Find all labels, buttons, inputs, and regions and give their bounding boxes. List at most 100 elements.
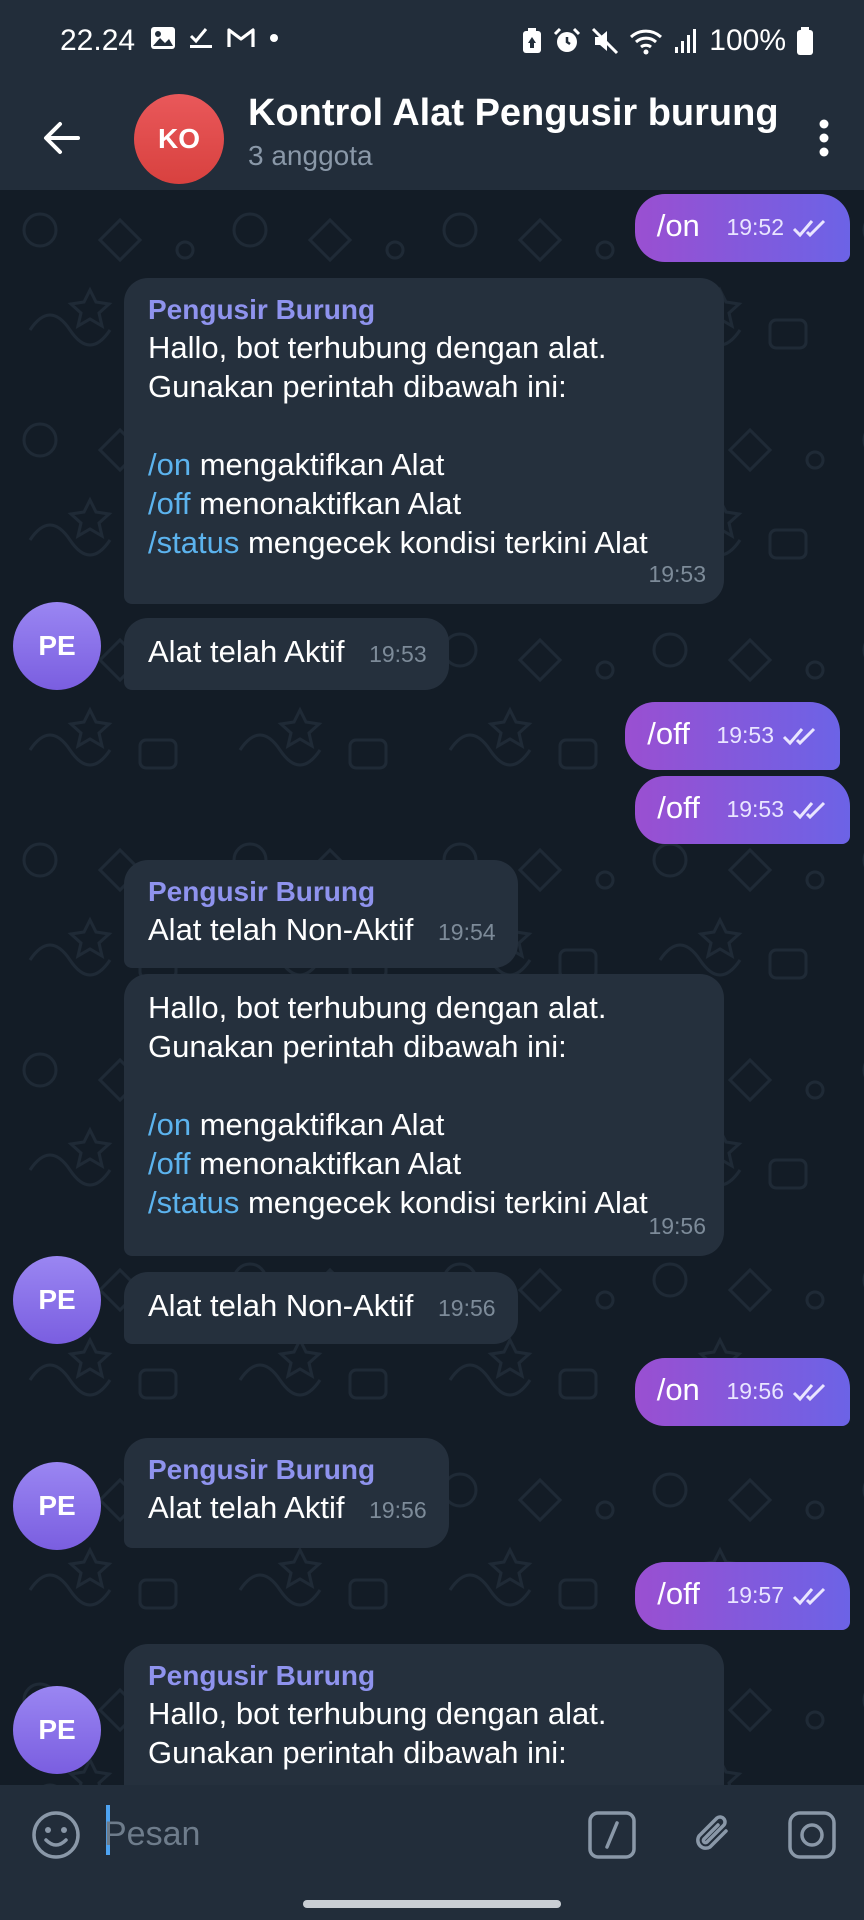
home-indicator[interactable] xyxy=(303,1900,561,1908)
alarm-icon xyxy=(554,27,581,52)
command-link[interactable]: /off xyxy=(148,1146,191,1181)
sender-avatar[interactable]: PE xyxy=(13,1686,101,1774)
message-time: 19:56 xyxy=(648,1213,706,1239)
command-link[interactable]: /on xyxy=(148,447,191,482)
sender-name[interactable]: Pengusir Burung xyxy=(148,1452,427,1488)
status-bar: 22.24 100% xyxy=(0,0,864,86)
bot-commands-icon xyxy=(588,1811,636,1859)
image-notification-icon xyxy=(151,27,175,49)
message-line: Gunakan perintah dibawah ini: xyxy=(148,1735,567,1770)
incoming-message[interactable]: Pengusir Burung Hallo, bot terhubung den… xyxy=(124,278,724,604)
command-description: mengecek kondisi terkini Alat xyxy=(239,525,648,560)
message-time: 19:56 xyxy=(437,1295,496,1321)
message-text: /off xyxy=(647,716,690,751)
message-time: 19:53 xyxy=(369,641,427,667)
more-vertical-icon xyxy=(819,119,829,157)
message-time: 19:53 xyxy=(726,796,784,823)
outgoing-message[interactable]: /on 19:52 xyxy=(634,194,850,262)
message-time: 19:56 xyxy=(726,1378,784,1405)
message-time: 19:57 xyxy=(726,1582,784,1609)
double-check-icon xyxy=(792,801,826,820)
sender-name[interactable]: Pengusir Burung xyxy=(148,874,496,910)
status-time: 22.24 xyxy=(60,24,136,57)
double-check-icon xyxy=(792,1383,826,1402)
message-text: /off xyxy=(657,790,700,825)
message-text: Alat telah Aktif xyxy=(148,1490,345,1525)
message-list[interactable]: /on 19:52 Pengusir Burung Hallo, bot ter… xyxy=(0,190,864,1785)
message-line: Gunakan perintah dibawah ini: xyxy=(148,369,567,404)
outgoing-message[interactable]: /off 19:53 xyxy=(625,702,840,770)
double-check-icon xyxy=(792,219,826,238)
emoji-button[interactable] xyxy=(30,1809,82,1861)
outgoing-message[interactable]: /on 19:56 xyxy=(634,1358,850,1426)
telegram-chat-screen: 22.24 100% KO Kontrol Alat Pengusir buru… xyxy=(0,0,864,1920)
chat-title[interactable]: Kontrol Alat Pengusir burung xyxy=(248,92,779,135)
attach-button[interactable] xyxy=(686,1807,742,1863)
message-text: Alat telah Non-Aktif xyxy=(148,912,414,947)
command-link[interactable]: /on xyxy=(148,1107,191,1142)
message-text: /on xyxy=(656,1372,700,1407)
command-description: mengecek kondisi terkini Alat xyxy=(239,1185,648,1220)
command-description: mengaktifkan Alat xyxy=(191,1107,445,1142)
incoming-message[interactable]: Pengusir Burung Hallo, bot terhubung den… xyxy=(124,1644,724,1785)
sender-name[interactable]: Pengusir Burung xyxy=(148,292,702,328)
incoming-message[interactable]: Hallo, bot terhubung dengan alat. Gunaka… xyxy=(124,974,724,1256)
message-line: Hallo, bot terhubung dengan alat. xyxy=(148,1696,607,1731)
message-time: 19:56 xyxy=(369,1497,427,1523)
command-description: menonaktifkan Alat xyxy=(190,1146,462,1181)
double-check-icon xyxy=(782,727,816,746)
message-time: 19:53 xyxy=(648,561,706,587)
camera-icon xyxy=(788,1811,836,1859)
message-text: /off xyxy=(657,1576,700,1611)
bot-commands-button[interactable] xyxy=(586,1809,638,1861)
incoming-message[interactable]: Pengusir Burung Alat telah Aktif 19:56 xyxy=(124,1438,449,1548)
message-composer xyxy=(0,1785,864,1885)
message-time: 19:53 xyxy=(716,722,774,749)
emoji-icon xyxy=(32,1811,80,1859)
sender-avatar[interactable]: PE xyxy=(13,1256,101,1344)
back-button[interactable] xyxy=(32,108,92,168)
message-time: 19:54 xyxy=(437,919,496,945)
sender-avatar[interactable]: PE xyxy=(13,1462,101,1550)
message-text: Alat telah Aktif xyxy=(148,634,345,669)
dot-notification-icon xyxy=(270,34,278,42)
battery-percent: 100% xyxy=(709,24,786,57)
message-text: /on xyxy=(656,208,700,243)
notification-icons xyxy=(150,26,280,50)
command-link[interactable]: /status xyxy=(148,525,239,560)
wifi-icon xyxy=(630,29,663,55)
command-link[interactable]: /off xyxy=(148,486,191,521)
message-time: 19:52 xyxy=(726,214,784,241)
command-description: menonaktifkan Alat xyxy=(190,486,462,521)
command-description: mengaktifkan Alat xyxy=(191,447,445,482)
command-link[interactable]: /status xyxy=(148,1185,239,1220)
message-text: Alat telah Non-Aktif xyxy=(148,1288,414,1323)
battery-saver-icon xyxy=(523,28,542,53)
sender-avatar[interactable]: PE xyxy=(13,602,101,690)
more-menu-button[interactable] xyxy=(804,108,844,168)
incoming-message[interactable]: Alat telah Aktif 19:53 xyxy=(124,618,449,690)
battery-icon xyxy=(797,27,813,55)
message-line: Hallo, bot terhubung dengan alat. xyxy=(148,330,607,365)
system-icons: 100% xyxy=(521,24,814,58)
mute-icon xyxy=(592,27,619,55)
signal-icon xyxy=(675,29,697,53)
checklist-notification-icon xyxy=(189,28,212,48)
outgoing-message[interactable]: /off 19:53 xyxy=(635,776,850,844)
paperclip-icon xyxy=(696,1815,728,1850)
incoming-message[interactable]: Pengusir Burung Alat telah Non-Aktif 19:… xyxy=(124,860,518,968)
outgoing-message[interactable]: /off 19:57 xyxy=(635,1562,850,1630)
member-count: 3 anggota xyxy=(248,140,373,171)
incoming-message[interactable]: Alat telah Non-Aktif 19:56 xyxy=(124,1272,518,1344)
camera-button[interactable] xyxy=(786,1809,838,1861)
double-check-icon xyxy=(792,1587,826,1606)
navigation-bar xyxy=(0,1885,864,1920)
message-input[interactable] xyxy=(104,1807,554,1861)
chat-header: KO Kontrol Alat Pengusir burung 3 anggot… xyxy=(0,86,864,190)
gmail-notification-icon xyxy=(227,28,255,47)
message-line: Hallo, bot terhubung dengan alat. xyxy=(148,990,607,1025)
message-line: Gunakan perintah dibawah ini: xyxy=(148,1029,567,1064)
group-avatar[interactable]: KO xyxy=(134,94,224,184)
arrow-left-icon xyxy=(44,122,80,154)
sender-name[interactable]: Pengusir Burung xyxy=(148,1658,702,1694)
